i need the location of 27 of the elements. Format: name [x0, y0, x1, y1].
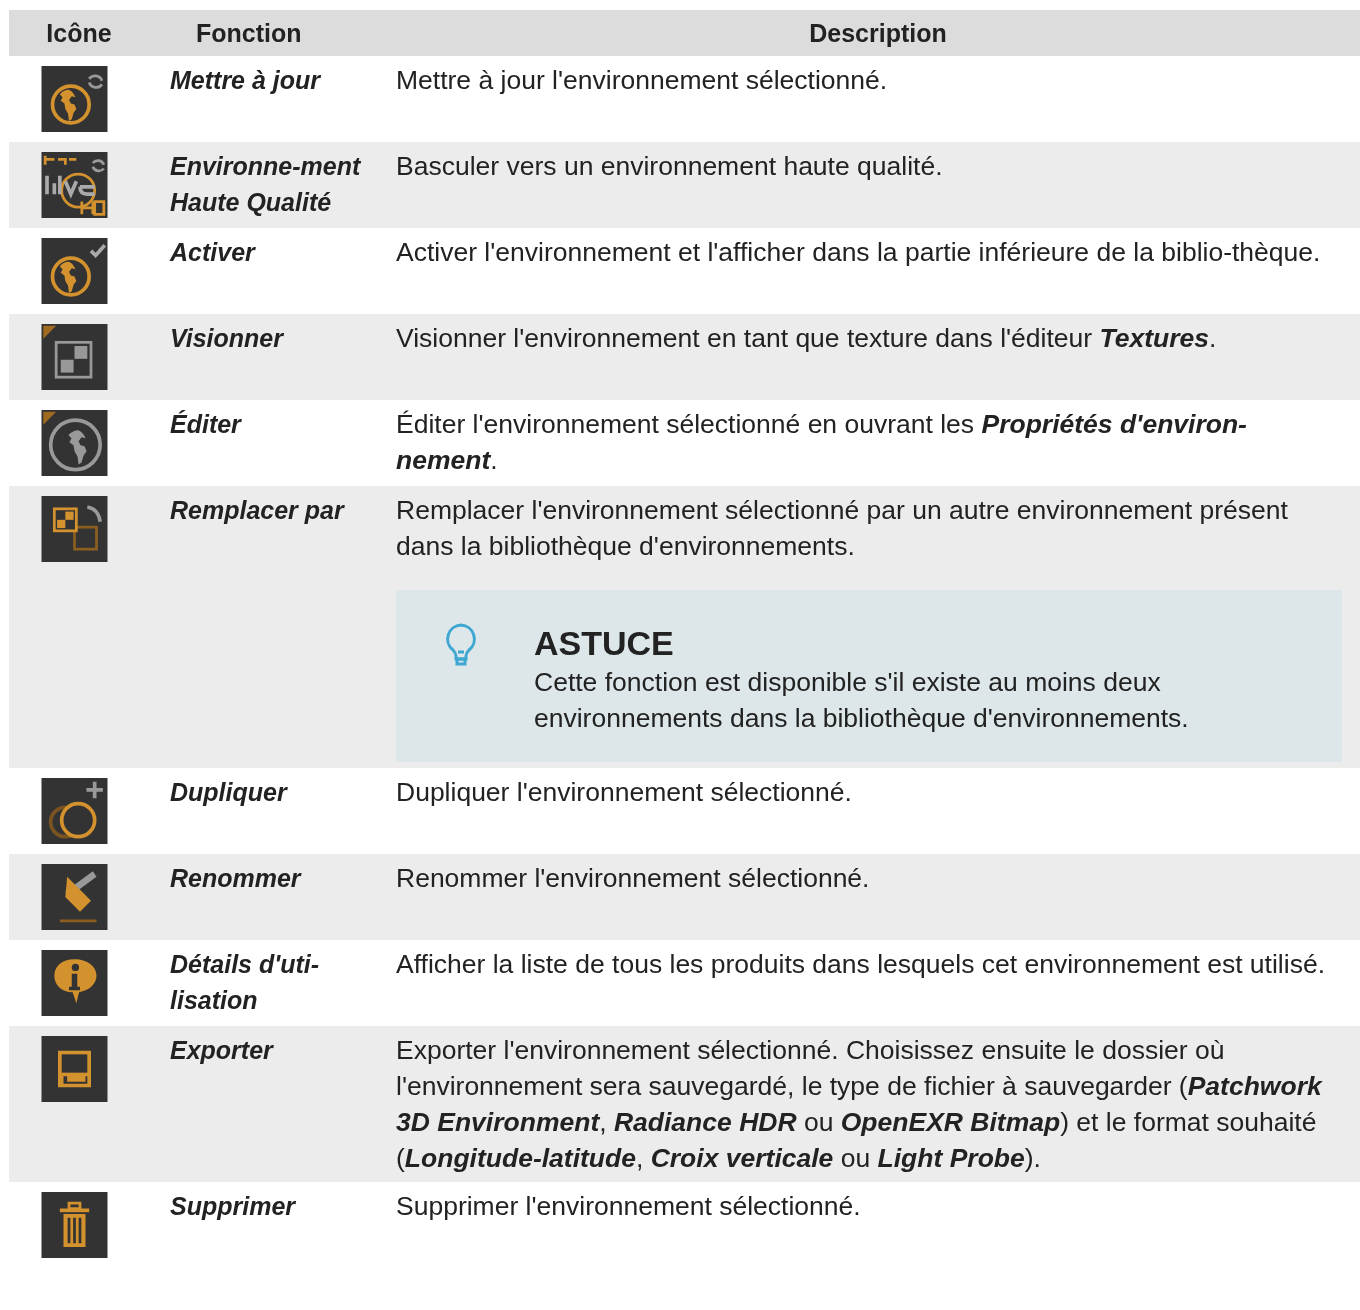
- function-name: Remplacer par: [170, 495, 346, 526]
- function-name: Supprimer: [170, 1191, 297, 1222]
- tip-text: Cette fonction est disponible s'il existe au moins deux environnements dans la bibliothèque d'environnements.: [534, 666, 1190, 735]
- function-name: Éditer: [170, 409, 243, 440]
- column-header: Description: [808, 18, 948, 48]
- function-description: Basculer vers un environnement haute qualité.: [396, 150, 944, 183]
- function-description: Mettre à jour l'environnement sélectionné.: [396, 64, 889, 97]
- function-name: Visionner: [170, 323, 285, 354]
- function-name: Détails d'uti-lisation: [170, 949, 320, 1016]
- function-description: Supprimer l'environnement sélectionné.: [396, 1190, 862, 1223]
- column-header: Fonction: [195, 18, 303, 48]
- function-name: Activer: [170, 237, 257, 268]
- function-description: Activer l'environnement et l'afficher dans la partie inférieure de la biblio-thèque.: [396, 236, 1322, 269]
- function-description: Exporter l'environnement sélectionné. Choisissez ensuite le dossier où l'environnement sera sauvegardé, le type de fichier à sauvegarder (Patchwork 3D Environment, Radiance HDR ou OpenEXR Bitmap) et le format souhaité (Longitude-latitude, Croix verticale ou Light Probe).: [396, 1034, 1324, 1175]
- function-description: Visionner l'environnement en tant que texture dans l'éditeur Textures.: [396, 322, 1218, 355]
- function-name: Exporter: [170, 1035, 275, 1066]
- function-description: Remplacer l'environnement sélectionné par un autre environnement présent dans la bibliothèque d'environnements.: [396, 494, 1289, 563]
- function-name: Environne-ment Haute Qualité: [170, 151, 362, 218]
- function-name: Renommer: [170, 863, 303, 894]
- function-description: Renommer l'environnement sélectionné.: [396, 862, 871, 895]
- function-description: Éditer l'environnement sélectionné en ouvrant les Propriétés d'environ-nement.: [396, 408, 1248, 477]
- column-header: Icône: [45, 18, 113, 48]
- function-description: Dupliquer l'environnement sélectionné.: [396, 776, 853, 809]
- tip-title: ASTUCE: [534, 623, 675, 664]
- function-name: Dupliquer: [170, 777, 289, 808]
- function-name: Mettre à jour: [170, 65, 322, 96]
- function-description: Afficher la liste de tous les produits dans lesquels cet environnement est utilisé.: [396, 948, 1326, 981]
